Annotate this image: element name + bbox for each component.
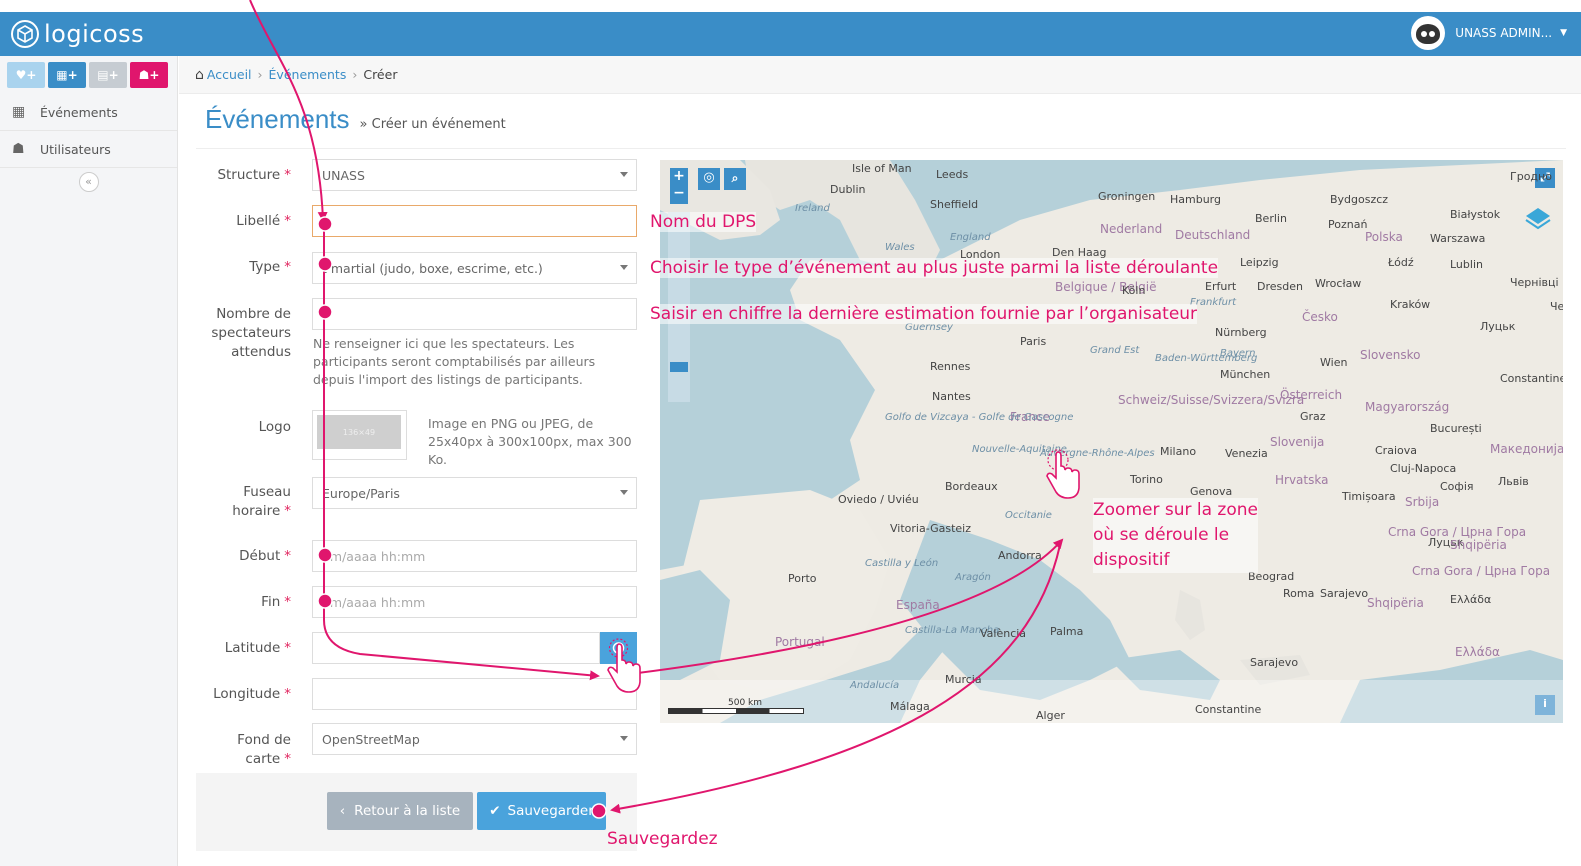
page-subtitle: » Créer un événement (359, 117, 506, 132)
check-icon: ✔ (489, 803, 501, 819)
app-logo[interactable]: logicoss (10, 19, 144, 49)
collapse-sidebar-button[interactable]: « (78, 172, 99, 192)
user-menu[interactable]: UNASS ADMIN... ▼ (1411, 16, 1567, 50)
back-to-list-button[interactable]: ‹ Retour à la liste (327, 792, 473, 830)
add-document-button[interactable]: ▤+ (89, 62, 127, 88)
logo-thumbnail: 136×49 (317, 415, 401, 449)
fin-label: Fin * (261, 594, 291, 610)
add-heart-button[interactable]: ♥+ (7, 62, 45, 88)
app-name: logicoss (44, 20, 145, 48)
zoom-slider-handle[interactable] (670, 362, 688, 372)
annotation-zoom: Zoomer sur la zone où se déroule le disp… (1093, 498, 1258, 573)
spectateurs-help: Ne renseigner ici que les spectateurs. L… (313, 336, 596, 387)
geolocate-button[interactable]: ◎ (698, 168, 720, 190)
zoom-out-button[interactable]: − (670, 185, 688, 202)
map-scale: 500 km (668, 698, 804, 716)
logo-help: Image en PNG ou JPEG, de 25x40px à 300x1… (428, 416, 632, 467)
longitude-input[interactable] (312, 678, 637, 710)
user-name: UNASS ADMIN... (1455, 26, 1553, 40)
quick-actions: ♥+ ▦+ ▤+ ☗+ (0, 56, 177, 94)
calendar-icon: ▦ (12, 104, 26, 120)
breadcrumb: ⌂ Accueil › Événements › Créer (179, 56, 1581, 94)
fond-select[interactable]: OpenStreetMap (312, 723, 637, 755)
annotation-libelle: Nom du DPS (650, 212, 757, 232)
page-title: Événements » Créer un événement (205, 104, 506, 135)
layers-icon[interactable] (1522, 204, 1554, 236)
caret-down-icon (620, 736, 628, 741)
libelle-label: Libellé * (236, 213, 291, 229)
add-users-button[interactable]: ☗+ (130, 62, 168, 88)
type-select[interactable]: t martial (judo, boxe, escrime, etc.) (312, 252, 637, 284)
breadcrumb-section[interactable]: Événements (269, 67, 347, 82)
avatar (1411, 16, 1446, 50)
spectateurs-input[interactable] (312, 298, 637, 330)
structure-label: Structure * (217, 167, 291, 183)
save-button[interactable]: ✔ Sauvegarder (477, 792, 606, 830)
annotation-type: Choisir le type d’événement au plus just… (650, 258, 1219, 278)
caret-down-icon (620, 490, 628, 495)
fond-label: Fond de carte * (237, 732, 291, 767)
logo-label: Logo (258, 419, 291, 435)
sidebar-item-label: Événements (40, 104, 118, 120)
add-event-button[interactable]: ▦+ (48, 62, 86, 88)
map[interactable]: + − ◎ ⌕ ⤢ i 500 km Isle of Man Leeds Dub… (660, 160, 1563, 723)
sidebar: ♥+ ▦+ ▤+ ☗+ ▦ Événements ☗ Utilisateurs … (0, 56, 178, 866)
caret-down-icon (620, 265, 628, 270)
sidebar-item-evenements[interactable]: ▦ Événements (0, 94, 177, 131)
sidebar-item-utilisateurs[interactable]: ☗ Utilisateurs (0, 131, 177, 168)
caret-down-icon (620, 172, 628, 177)
spectateurs-label: Nombre de spectateurs attendus (211, 306, 291, 360)
fuseau-label: Fuseau horaire * (232, 484, 291, 519)
chevron-left-icon: ‹ (339, 803, 346, 819)
fuseau-select[interactable]: Europe/Paris (312, 477, 637, 509)
sidebar-item-label: Utilisateurs (40, 141, 111, 157)
annotation-spectateurs: Saisir en chiffre la dernière estimation… (650, 304, 1198, 324)
zoom-in-button[interactable]: + (670, 168, 688, 185)
logo-cube-icon (11, 20, 39, 48)
fin-input[interactable]: nm/aaaa hh:mm (312, 586, 637, 618)
zoom-controls: + − (670, 168, 688, 204)
page-title-text: Événements (205, 104, 350, 134)
target-icon (608, 638, 629, 658)
logo-upload[interactable]: 136×49 (312, 410, 407, 460)
breadcrumb-home[interactable]: Accueil (207, 67, 252, 82)
type-label: Type * (249, 259, 291, 275)
chevron-down-icon: ▼ (1560, 28, 1567, 38)
top-bar: logicoss UNASS ADMIN... ▼ (0, 12, 1581, 56)
home-icon: ⌂ (195, 66, 204, 83)
latitude-input[interactable] (312, 632, 600, 664)
annotation-save: Sauvegardez (607, 829, 718, 849)
longitude-label: Longitude * (213, 686, 291, 702)
locate-on-map-button[interactable] (600, 632, 637, 664)
latitude-label: Latitude * (224, 640, 291, 656)
debut-input[interactable]: nm/aaaa hh:mm (312, 540, 637, 572)
search-map-button[interactable]: ⌕ (724, 168, 746, 190)
libelle-input[interactable] (312, 205, 637, 237)
structure-select[interactable]: UNASS (312, 159, 637, 191)
users-icon: ☗ (12, 141, 25, 157)
debut-label: Début * (239, 548, 291, 564)
breadcrumb-current: Créer (363, 67, 398, 82)
